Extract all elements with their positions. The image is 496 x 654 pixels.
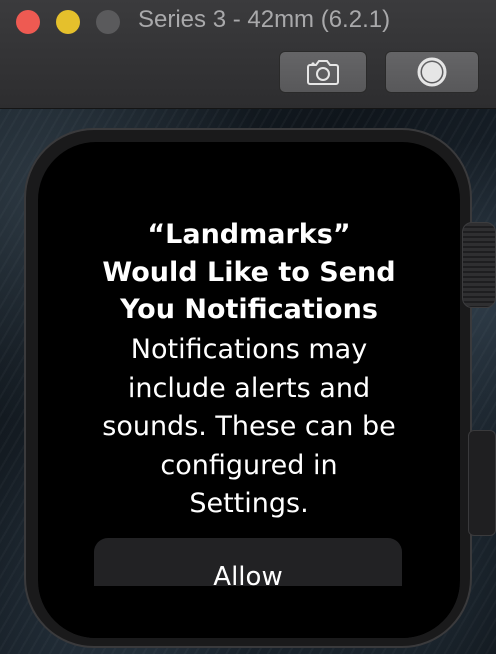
minimize-button[interactable] [56, 10, 80, 34]
watch-screen: “Landmarks” Would Like to Send You Notif… [38, 142, 460, 638]
window-title: Series 3 - 42mm (6.2.1) [138, 6, 391, 33]
title-bar: Series 3 - 42mm (6.2.1) [0, 0, 496, 109]
alert-title: “Landmarks” Would Like to Send You Notif… [102, 219, 396, 325]
digital-crown[interactable] [462, 222, 496, 308]
alert-message: Notifications may include alerts and sou… [102, 334, 396, 519]
simulator-window: Series 3 - 42mm (6.2.1) “Landmarks” Woul… [0, 0, 496, 654]
screen-bottom-edge [38, 586, 460, 638]
side-button[interactable] [468, 430, 496, 536]
screenshot-button[interactable] [279, 51, 367, 93]
camera-icon [307, 60, 339, 85]
close-button[interactable] [16, 10, 40, 34]
zoom-button[interactable] [96, 10, 120, 34]
home-button[interactable] [385, 51, 479, 93]
home-button-icon [417, 57, 447, 87]
